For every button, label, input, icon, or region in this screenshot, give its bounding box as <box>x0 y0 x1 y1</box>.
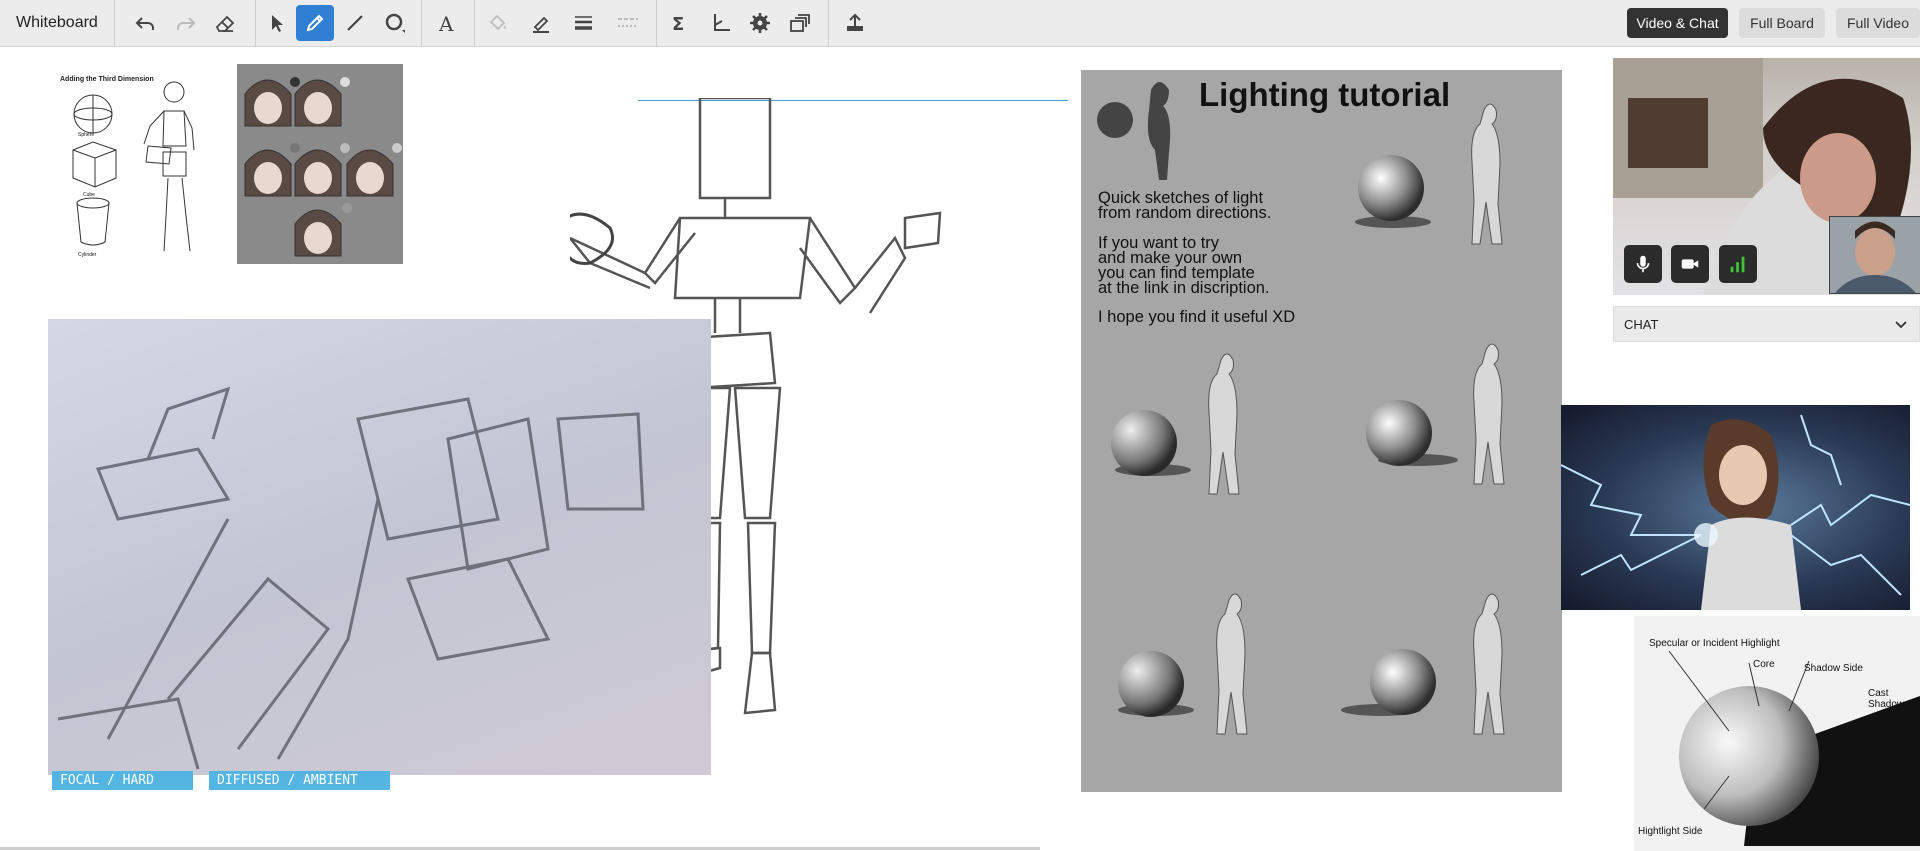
pencil-tool-button[interactable] <box>296 5 334 41</box>
highlighter-tool-button[interactable] <box>522 5 560 41</box>
eraser-icon <box>215 15 235 32</box>
camera-button[interactable] <box>1671 245 1709 283</box>
self-view-video[interactable] <box>1829 216 1920 294</box>
svg-text:A: A <box>438 12 454 35</box>
equation-button[interactable]: Σ <box>660 5 698 41</box>
video-camera-icon <box>1681 259 1699 269</box>
microphone-button[interactable] <box>1624 245 1662 283</box>
fill-tool-button[interactable] <box>479 5 517 41</box>
select-tool-button[interactable] <box>258 5 296 41</box>
sheet-label-cube: Cube <box>83 192 95 198</box>
pencil-icon <box>306 14 324 32</box>
highlighter-icon <box>533 16 549 33</box>
horizontal-scrollbar[interactable] <box>0 847 1040 850</box>
sphere-shading-illustration <box>1668 650 1920 846</box>
chat-label: CHAT <box>1624 317 1659 332</box>
sigma-icon: Σ <box>672 14 684 35</box>
upload-icon <box>847 13 863 31</box>
lightning-artwork-figure <box>1561 414 1910 610</box>
forms-sketch <box>72 81 195 252</box>
highlight-side-label: Hightlight Side <box>1638 826 1703 837</box>
toolbar: Whiteboard A Σ Video & Chat Full Board F… <box>0 0 1920 47</box>
connection-quality-button[interactable] <box>1719 245 1757 283</box>
layers-icon <box>790 14 810 32</box>
self-view-participant <box>1835 221 1916 293</box>
image-scan-button[interactable] <box>781 5 819 41</box>
redo-button[interactable] <box>167 5 205 41</box>
cast-shadow-label: Cast Shadow <box>1868 688 1905 710</box>
shape-tool-button[interactable] <box>376 5 414 41</box>
pencil-sketch-photo[interactable] <box>48 319 711 775</box>
shadow-side-label: Shadow Side <box>1804 663 1863 674</box>
paint-bucket-icon <box>489 14 506 31</box>
full-board-button[interactable]: Full Board <box>1739 8 1825 38</box>
text-icon: A <box>438 12 454 35</box>
focal-light-tag: FOCAL / HARD LIGHT <box>52 771 193 807</box>
lighting-tutorial-figures <box>1097 82 1505 735</box>
dash-style-button[interactable] <box>609 5 647 41</box>
svg-text:Σ: Σ <box>672 14 684 35</box>
undo-button[interactable] <box>126 5 164 41</box>
video-chat-button[interactable]: Video & Chat <box>1627 8 1728 38</box>
cursor-icon <box>272 15 283 32</box>
pencil-sketch-drawing <box>57 386 645 770</box>
line-weight-icon <box>575 16 592 30</box>
lighting-tutorial-title: Lighting tutorial <box>1199 76 1451 113</box>
tutorial-paragraph-3: I hope you find it useful XD <box>1098 308 1296 326</box>
anime-heads-illustration <box>244 77 402 257</box>
export-button[interactable] <box>836 5 874 41</box>
settings-button[interactable] <box>741 5 779 41</box>
chevron-down-icon <box>1895 321 1907 329</box>
lightning-artwork[interactable] <box>1561 405 1910 610</box>
graph-button[interactable] <box>702 5 740 41</box>
line-icon <box>347 15 363 31</box>
circle-shape-icon <box>385 13 405 33</box>
sphere-shading-diagram[interactable]: Specular or Incident Highlight Core Shad… <box>1634 616 1920 851</box>
full-video-button[interactable]: Full Video <box>1836 8 1920 38</box>
graph-axes-icon <box>714 14 730 31</box>
gear-icon <box>750 13 770 33</box>
signal-strength-icon <box>1730 256 1745 273</box>
line-style-button[interactable] <box>565 5 603 41</box>
anime-heads-sheet[interactable] <box>237 64 403 264</box>
redo-icon <box>177 17 196 30</box>
undo-icon <box>135 17 154 30</box>
text-tool-button[interactable]: A <box>428 5 466 41</box>
sheet-label-cylinder: Cylinder <box>78 252 97 258</box>
sheet-label-sphere: Sphere <box>78 132 95 138</box>
specular-highlight-label: Specular or Incident Highlight <box>1649 638 1780 649</box>
third-dimension-sheet[interactable]: Adding the Third Dimension Sphere Cube C… <box>48 66 206 269</box>
diffused-light-tag: DIFFUSED / AMBIENT LIGHT <box>209 771 390 807</box>
eraser-button[interactable] <box>206 5 244 41</box>
chat-toggle[interactable]: CHAT <box>1613 306 1920 342</box>
lighting-tutorial-card[interactable] <box>1081 70 1562 792</box>
microphone-icon <box>1636 255 1650 273</box>
tutorial-paragraph-1: Quick sketches of light from random dire… <box>1098 189 1272 222</box>
core-label: Core <box>1753 659 1775 670</box>
app-title: Whiteboard <box>0 0 115 46</box>
tutorial-paragraph-2: If you want to try and make your own you… <box>1098 234 1270 297</box>
line-tool-button[interactable] <box>336 5 374 41</box>
dashed-line-icon <box>618 18 638 27</box>
